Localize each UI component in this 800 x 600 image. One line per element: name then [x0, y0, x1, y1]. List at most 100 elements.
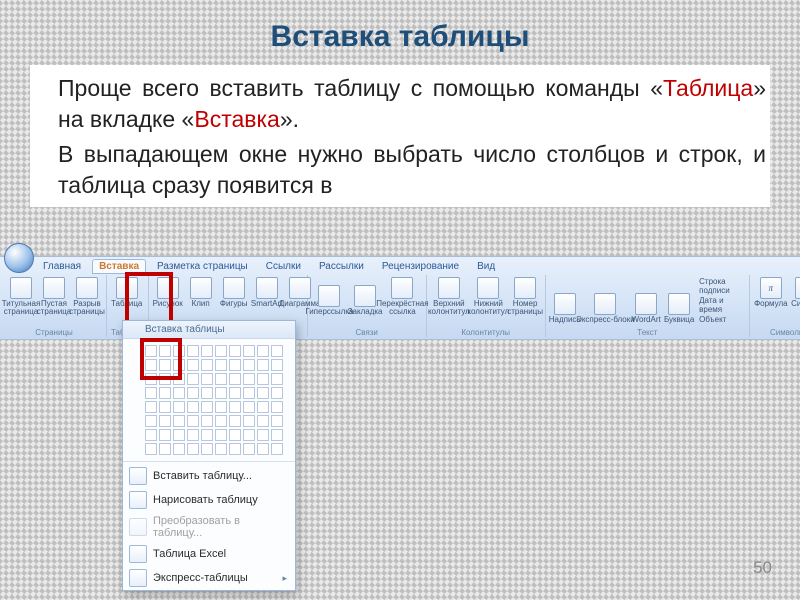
btn-smartart[interactable]: SmartArt: [252, 277, 282, 308]
grid-cell[interactable]: [271, 429, 283, 441]
grid-cell[interactable]: [145, 429, 157, 441]
grid-cell[interactable]: [243, 387, 255, 399]
menu-insert-table[interactable]: Вставить таблицу...: [123, 464, 295, 488]
grid-cell[interactable]: [159, 373, 171, 385]
btn-clipart[interactable]: Клип: [186, 277, 216, 308]
btn-picture[interactable]: Рисунок: [153, 277, 183, 308]
grid-cell[interactable]: [215, 401, 227, 413]
grid-cell[interactable]: [173, 345, 185, 357]
btn-header[interactable]: Верхнийколонтитул: [431, 277, 467, 316]
btn-signature[interactable]: Строка подписи: [699, 277, 745, 295]
grid-cell[interactable]: [229, 401, 241, 413]
grid-cell[interactable]: [243, 373, 255, 385]
grid-cell[interactable]: [243, 443, 255, 455]
grid-cell[interactable]: [215, 359, 227, 371]
grid-cell[interactable]: [201, 387, 213, 399]
menu-quick-tables[interactable]: Экспресс-таблицы▸: [123, 566, 295, 590]
grid-cell[interactable]: [187, 387, 199, 399]
grid-cell[interactable]: [159, 387, 171, 399]
grid-cell[interactable]: [257, 387, 269, 399]
grid-cell[interactable]: [145, 443, 157, 455]
grid-cell[interactable]: [145, 401, 157, 413]
grid-cell[interactable]: [257, 345, 269, 357]
grid-cell[interactable]: [257, 429, 269, 441]
grid-cell[interactable]: [159, 345, 171, 357]
grid-cell[interactable]: [229, 429, 241, 441]
btn-cover-page[interactable]: Титульнаястраница: [6, 277, 36, 316]
grid-cell[interactable]: [229, 373, 241, 385]
tab-references[interactable]: Ссылки: [259, 259, 308, 274]
grid-cell[interactable]: [159, 401, 171, 413]
grid-cell[interactable]: [243, 429, 255, 441]
btn-crossref[interactable]: Перекрёстнаяссылка: [383, 277, 422, 316]
btn-footer[interactable]: Нижнийколонтитул: [470, 277, 506, 316]
grid-cell[interactable]: [257, 359, 269, 371]
btn-blank-page[interactable]: Пустаястраница: [39, 277, 69, 316]
table-size-grid[interactable]: [123, 339, 295, 459]
grid-cell[interactable]: [187, 401, 199, 413]
grid-cell[interactable]: [173, 443, 185, 455]
grid-cell[interactable]: [257, 401, 269, 413]
grid-cell[interactable]: [201, 345, 213, 357]
grid-cell[interactable]: [257, 443, 269, 455]
grid-cell[interactable]: [201, 373, 213, 385]
btn-quickparts[interactable]: Экспресс-блоки: [583, 293, 628, 324]
grid-cell[interactable]: [187, 373, 199, 385]
grid-cell[interactable]: [173, 359, 185, 371]
btn-equation[interactable]: πФормула: [754, 277, 788, 308]
btn-datetime[interactable]: Дата и время: [699, 296, 745, 314]
grid-cell[interactable]: [257, 415, 269, 427]
grid-cell[interactable]: [201, 443, 213, 455]
grid-cell[interactable]: [215, 373, 227, 385]
btn-table[interactable]: Таблица: [111, 277, 142, 308]
grid-cell[interactable]: [229, 359, 241, 371]
grid-cell[interactable]: [173, 429, 185, 441]
menu-excel-table[interactable]: Таблица Excel: [123, 542, 295, 566]
grid-cell[interactable]: [145, 415, 157, 427]
grid-cell[interactable]: [243, 415, 255, 427]
btn-symbol[interactable]: ΩСимвол: [791, 277, 800, 308]
grid-cell[interactable]: [243, 345, 255, 357]
btn-hyperlink[interactable]: Гиперссылка: [312, 285, 347, 316]
tab-home[interactable]: Главная: [36, 259, 88, 274]
grid-cell[interactable]: [145, 345, 157, 357]
grid-cell[interactable]: [187, 359, 199, 371]
btn-pagenum[interactable]: Номерстраницы: [510, 277, 541, 316]
grid-cell[interactable]: [173, 401, 185, 413]
grid-cell[interactable]: [201, 401, 213, 413]
tab-review[interactable]: Рецензирование: [375, 259, 466, 274]
office-button[interactable]: [4, 243, 34, 273]
grid-cell[interactable]: [187, 443, 199, 455]
btn-page-break[interactable]: Разрывстраницы: [72, 277, 102, 316]
btn-wordart[interactable]: WordArt: [631, 293, 661, 324]
grid-cell[interactable]: [229, 387, 241, 399]
grid-cell[interactable]: [215, 345, 227, 357]
grid-cell[interactable]: [271, 373, 283, 385]
menu-draw-table[interactable]: Нарисовать таблицу: [123, 488, 295, 512]
grid-cell[interactable]: [201, 429, 213, 441]
grid-cell[interactable]: [173, 415, 185, 427]
grid-cell[interactable]: [187, 429, 199, 441]
grid-cell[interactable]: [229, 345, 241, 357]
tab-view[interactable]: Вид: [470, 259, 502, 274]
grid-cell[interactable]: [145, 387, 157, 399]
grid-cell[interactable]: [215, 429, 227, 441]
grid-cell[interactable]: [271, 401, 283, 413]
grid-cell[interactable]: [187, 415, 199, 427]
grid-cell[interactable]: [271, 345, 283, 357]
grid-cell[interactable]: [201, 359, 213, 371]
grid-cell[interactable]: [173, 387, 185, 399]
grid-cell[interactable]: [271, 359, 283, 371]
btn-shapes[interactable]: Фигуры: [219, 277, 249, 308]
grid-cell[interactable]: [243, 401, 255, 413]
tab-insert[interactable]: Вставка: [92, 259, 146, 274]
grid-cell[interactable]: [215, 443, 227, 455]
grid-cell[interactable]: [187, 345, 199, 357]
grid-cell[interactable]: [257, 373, 269, 385]
grid-cell[interactable]: [229, 415, 241, 427]
grid-cell[interactable]: [201, 415, 213, 427]
grid-cell[interactable]: [271, 387, 283, 399]
grid-cell[interactable]: [159, 429, 171, 441]
grid-cell[interactable]: [159, 415, 171, 427]
grid-cell[interactable]: [215, 415, 227, 427]
